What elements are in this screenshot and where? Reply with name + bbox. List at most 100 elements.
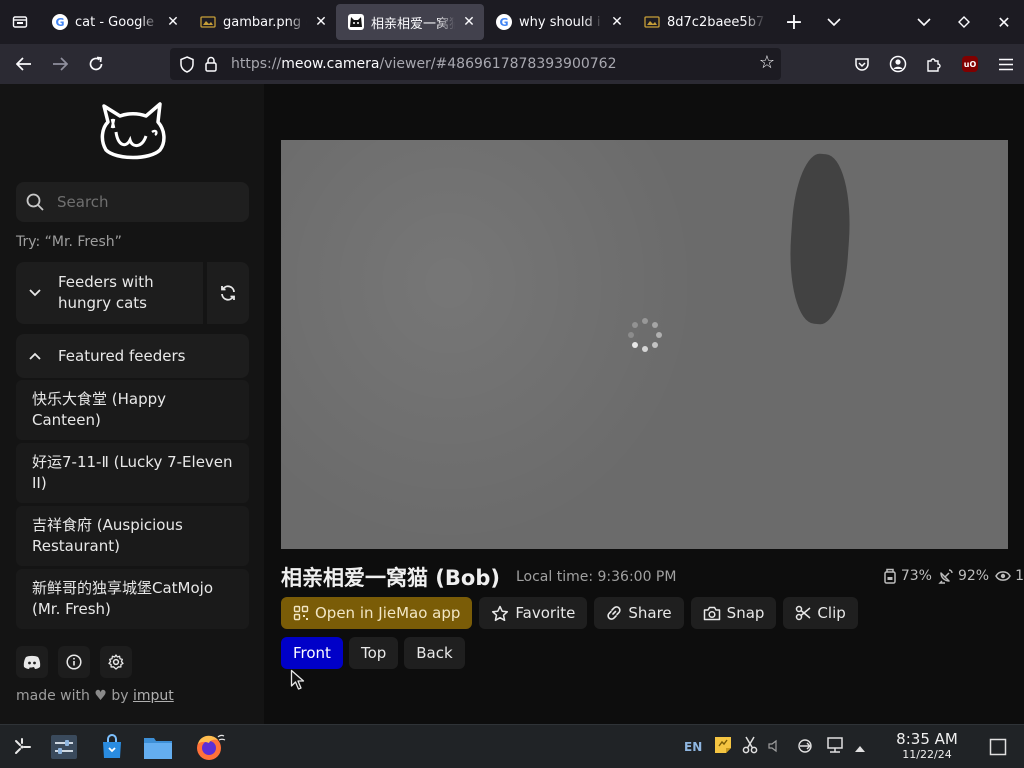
close-tab-icon[interactable]: ✕ bbox=[166, 14, 180, 30]
meow-camera-logo[interactable] bbox=[98, 102, 168, 164]
camera-actions: Open in JieMao app Favorite Share Snap C… bbox=[281, 597, 858, 629]
close-tab-icon[interactable]: ✕ bbox=[314, 14, 328, 30]
tab[interactable]: 8d7c2baee5b7 bbox=[632, 4, 774, 40]
signal-stat: 92% bbox=[938, 568, 989, 584]
share-button[interactable]: Share bbox=[594, 597, 684, 629]
view-top-button[interactable]: Top bbox=[348, 637, 399, 669]
restore-window-icon[interactable] bbox=[944, 0, 984, 44]
scissors-icon bbox=[796, 605, 811, 621]
discover-store-icon[interactable] bbox=[96, 731, 128, 763]
food-container-icon bbox=[884, 568, 896, 584]
snap-button[interactable]: Snap bbox=[690, 597, 777, 629]
pocket-icon[interactable] bbox=[844, 44, 880, 84]
view-back-button[interactable]: Back bbox=[404, 637, 465, 669]
firefox-view-icon[interactable] bbox=[0, 0, 40, 44]
open-in-app-label: Open in JieMao app bbox=[315, 604, 461, 622]
sticky-notes-icon[interactable] bbox=[714, 736, 732, 758]
volume-muted-icon[interactable] bbox=[768, 738, 780, 757]
url-prefix: https:// bbox=[231, 56, 282, 72]
tab-title: cat - Google Search bbox=[75, 14, 159, 30]
feeders-hungry-cats-toggle[interactable]: Feeders with hungry cats bbox=[16, 262, 203, 324]
list-all-tabs-icon[interactable] bbox=[814, 0, 854, 44]
meow-camera-page: Try: “Mr. Fresh” Feeders with hungry cat… bbox=[0, 84, 1024, 724]
link-icon bbox=[607, 606, 621, 620]
tab[interactable]: G cat - Google Search ✕ bbox=[40, 4, 188, 40]
firefox-icon[interactable] bbox=[190, 731, 230, 763]
close-tab-icon[interactable]: ✕ bbox=[610, 14, 624, 30]
bookmark-star-icon[interactable]: ☆ bbox=[759, 52, 775, 73]
camera-info-row: 相亲相爱一窝猫 (Bob) Local time: 9:36:00 PM 73%… bbox=[281, 562, 1024, 592]
url-bar[interactable]: https://meow.camera/viewer/#486961787839… bbox=[170, 48, 781, 80]
eye-icon bbox=[995, 571, 1011, 581]
refresh-button[interactable] bbox=[207, 262, 249, 324]
info-icon bbox=[66, 654, 82, 670]
app-launcher-icon[interactable] bbox=[6, 731, 38, 763]
tab-title: 相亲相爱一窝猫 bbox=[371, 16, 455, 32]
open-in-app-button[interactable]: Open in JieMao app bbox=[281, 597, 473, 629]
favorite-button[interactable]: Favorite bbox=[479, 597, 588, 629]
screen: G cat - Google Search ✕ gambar.png (PNG … bbox=[0, 0, 1024, 768]
clip-button[interactable]: Clip bbox=[783, 597, 858, 629]
clip-label: Clip bbox=[817, 604, 846, 622]
made-with-text: made with bbox=[16, 688, 90, 704]
discord-button[interactable] bbox=[16, 646, 48, 678]
reload-icon[interactable] bbox=[78, 44, 114, 84]
menu-hamburger-icon[interactable] bbox=[988, 44, 1024, 84]
satellite-dish-icon bbox=[938, 569, 953, 584]
tab-active[interactable]: 相亲相爱一窝猫 ✕ bbox=[336, 4, 484, 40]
url-text[interactable]: https://meow.camera/viewer/#486961787839… bbox=[231, 56, 617, 72]
feeder-item[interactable]: 吉祥食府 (Auspicious Restaurant) bbox=[16, 506, 249, 566]
account-icon[interactable] bbox=[880, 44, 916, 84]
tab[interactable]: G why should i feed cats ✕ bbox=[484, 4, 632, 40]
system-settings-icon[interactable] bbox=[48, 731, 80, 763]
about-button[interactable] bbox=[58, 646, 90, 678]
qr-code-icon bbox=[293, 605, 309, 621]
feeder-item[interactable]: 快乐大食堂 (Happy Canteen) bbox=[16, 380, 249, 440]
file-manager-icon[interactable] bbox=[142, 731, 174, 763]
image-file-icon bbox=[644, 14, 660, 30]
usb-icon[interactable] bbox=[796, 738, 814, 757]
forward-arrow-icon[interactable] bbox=[42, 44, 78, 84]
share-label: Share bbox=[628, 604, 672, 622]
close-window-icon[interactable]: ✕ bbox=[984, 0, 1024, 44]
image-file-icon bbox=[200, 14, 216, 30]
made-with-by: by bbox=[111, 688, 129, 704]
sidebar: Try: “Mr. Fresh” Feeders with hungry cat… bbox=[0, 84, 264, 724]
show-desktop-icon[interactable] bbox=[982, 731, 1014, 763]
close-tab-icon[interactable]: ✕ bbox=[462, 14, 476, 30]
discord-icon bbox=[23, 655, 41, 669]
clock-time: 8:35 AM bbox=[896, 730, 958, 748]
author-link[interactable]: imput bbox=[133, 688, 174, 704]
taskbar-clock[interactable]: 8:35 AM 11/22/24 bbox=[888, 730, 966, 762]
new-tab-icon[interactable]: + bbox=[774, 0, 814, 44]
tray-expand-chevron-icon[interactable] bbox=[854, 738, 866, 757]
ublock-origin-icon[interactable]: uO bbox=[952, 44, 988, 84]
tab[interactable]: gambar.png (PNG Image) ✕ bbox=[188, 4, 336, 40]
search-input[interactable] bbox=[57, 193, 237, 211]
tracking-protection-shield-icon[interactable] bbox=[175, 48, 199, 80]
browser-nav-bar: https://meow.camera/viewer/#486961787839… bbox=[0, 44, 1024, 84]
network-wired-icon[interactable] bbox=[826, 736, 844, 758]
view-front-button[interactable]: Front bbox=[281, 637, 343, 669]
camera-title: 相亲相爱一窝猫 (Bob) bbox=[281, 566, 500, 590]
search-box[interactable] bbox=[16, 182, 249, 222]
keyboard-layout-indicator[interactable]: EN bbox=[684, 740, 702, 754]
feeders-hungry-cats-label: Feeders with hungry cats bbox=[58, 273, 154, 312]
featured-feeders-toggle[interactable]: Featured feeders bbox=[16, 334, 249, 378]
chevron-up-icon bbox=[28, 351, 50, 361]
lock-icon[interactable] bbox=[199, 48, 223, 80]
system-tray: EN bbox=[684, 725, 866, 768]
chevron-down-icon[interactable] bbox=[904, 0, 944, 44]
extensions-puzzle-icon[interactable] bbox=[916, 44, 952, 84]
video-shadow-shape bbox=[785, 152, 855, 326]
camera-video-feed[interactable] bbox=[281, 140, 1008, 549]
feeder-item[interactable]: 好运7-11-Ⅱ (Lucky 7-Eleven II) bbox=[16, 443, 249, 503]
clock-date: 11/22/24 bbox=[902, 748, 952, 761]
scissors-tray-icon[interactable] bbox=[742, 736, 758, 758]
viewers-stat: 1 bbox=[995, 568, 1024, 584]
settings-button[interactable] bbox=[100, 646, 132, 678]
os-taskbar: EN 8:35 AM 11/22/24 bbox=[0, 724, 1024, 768]
feeder-item[interactable]: 新鲜哥的独享城堡CatMojo (Mr. Fresh) bbox=[16, 569, 249, 629]
back-arrow-icon[interactable] bbox=[6, 44, 42, 84]
camera-stats: 73% 92% 1 bbox=[883, 568, 1024, 584]
